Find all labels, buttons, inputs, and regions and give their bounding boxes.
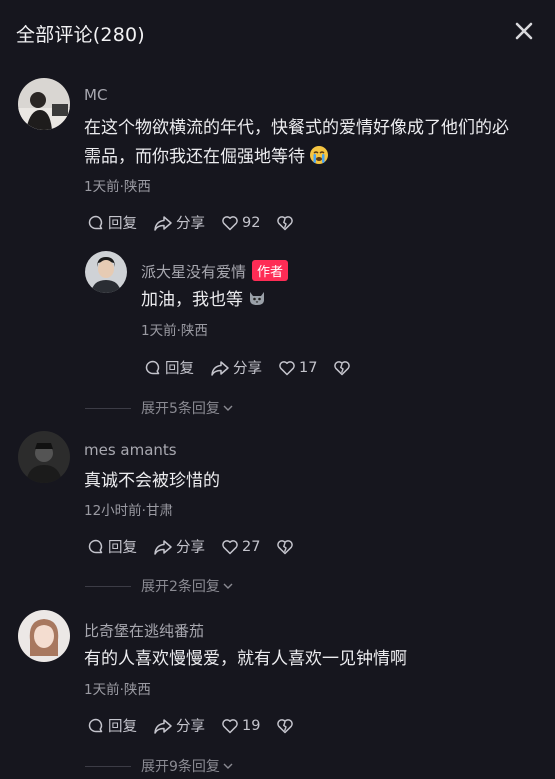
close-button[interactable]	[511, 18, 537, 44]
dislike-button[interactable]	[333, 359, 354, 377]
reply-button[interactable]: 回复	[87, 212, 137, 233]
dislike-button[interactable]	[276, 538, 297, 556]
chevron-down-icon	[223, 583, 233, 589]
like-button[interactable]: 27	[221, 538, 260, 556]
comment-content: 真诚不会被珍惜的	[84, 471, 220, 491]
reply-label: 回复	[108, 719, 137, 735]
comments-panel: 全部评论(280) MC 在这个物欲横流的年代，快餐式的爱情好像成了他们的必 需…	[0, 0, 555, 779]
heart-icon	[222, 539, 238, 554]
expand-replies-button[interactable]: 展开9条回复	[85, 756, 234, 776]
divider	[85, 407, 131, 409]
comment-content: 在这个物欲横流的年代，快餐式的爱情好像成了他们的必 需品，而你我还在倔强地等待	[84, 114, 544, 175]
comment-meta: 1天前·陕西	[84, 179, 151, 195]
like-count: 92	[242, 214, 261, 231]
heart-icon	[222, 718, 238, 733]
avatar[interactable]	[18, 431, 70, 483]
share-button[interactable]: 分享	[153, 212, 205, 233]
reply-button[interactable]: 回复	[144, 357, 194, 378]
avatar[interactable]	[85, 251, 127, 293]
share-label: 分享	[176, 719, 205, 735]
share-button[interactable]: 分享	[210, 357, 262, 378]
share-button[interactable]: 分享	[153, 715, 205, 736]
reply-username-row: 派大星没有爱情 作者	[141, 260, 289, 282]
reply-label: 回复	[108, 540, 137, 556]
like-button[interactable]: 19	[221, 717, 260, 735]
reply-icon	[88, 215, 103, 229]
comment-meta: 1天前·陕西	[84, 682, 151, 698]
dislike-button[interactable]	[276, 717, 297, 735]
avatar[interactable]	[18, 78, 70, 130]
reply-label: 回复	[108, 216, 137, 232]
broken-heart-icon	[277, 539, 294, 554]
author-badge: 作者	[252, 260, 289, 281]
reply-icon	[145, 360, 160, 374]
share-label: 分享	[176, 540, 205, 556]
chevron-down-icon	[223, 405, 233, 411]
reply-icon	[88, 539, 103, 553]
comment-actions: 回复 分享 19	[87, 715, 313, 736]
comment-username[interactable]: MC	[84, 86, 107, 104]
expand-replies-button[interactable]: 展开5条回复	[85, 398, 234, 418]
chevron-down-icon	[223, 763, 233, 769]
like-count: 17	[299, 359, 318, 376]
reply-meta: 1天前·陕西	[141, 323, 208, 339]
comment-content-line: 需品，而你我还在倔强地等待	[84, 143, 544, 175]
share-icon	[211, 360, 229, 376]
cat-emoji-icon	[247, 288, 267, 318]
broken-heart-icon	[334, 360, 351, 375]
reply-label: 回复	[165, 361, 194, 377]
comment-content: 有的人喜欢慢慢爱，就有人喜欢一见钟情啊	[84, 649, 407, 669]
reply-actions: 回复 分享 17	[144, 357, 370, 378]
comment-username[interactable]: mes amants	[84, 441, 177, 459]
reply-content-text: 加油，我也等	[141, 290, 243, 310]
comment-meta: 12小时前·甘肃	[84, 503, 173, 519]
comments-title: 全部评论(280)	[16, 24, 145, 46]
expand-replies-label: 展开9条回复	[141, 759, 220, 775]
crying-emoji-icon	[309, 145, 329, 175]
share-label: 分享	[176, 216, 205, 232]
reply-content: 加油，我也等	[141, 286, 267, 318]
divider	[85, 585, 131, 587]
broken-heart-icon	[277, 215, 294, 230]
like-button[interactable]: 92	[221, 214, 260, 232]
reply-icon	[88, 718, 103, 732]
share-icon	[154, 215, 172, 231]
like-count: 19	[242, 717, 261, 734]
expand-replies-button[interactable]: 展开2条回复	[85, 576, 234, 596]
comment-actions: 回复 分享 92	[87, 212, 313, 233]
comment-item: MC 在这个物欲横流的年代，快餐式的爱情好像成了他们的必 需品，而你我还在倔强地…	[0, 78, 555, 418]
reply-button[interactable]: 回复	[87, 536, 137, 557]
comment-content-text: 需品，而你我还在倔强地等待	[84, 147, 305, 167]
comment-item: 比奇堡在逃纯番茄 有的人喜欢慢慢爱，就有人喜欢一见钟情啊 1天前·陕西 回复 分…	[0, 610, 555, 779]
share-label: 分享	[233, 361, 262, 377]
expand-replies-label: 展开5条回复	[141, 401, 220, 417]
heart-icon	[279, 360, 295, 375]
expand-replies-label: 展开2条回复	[141, 579, 220, 595]
divider	[85, 765, 131, 767]
comment-actions: 回复 分享 27	[87, 536, 313, 557]
broken-heart-icon	[277, 718, 294, 733]
comment-item: mes amants 真诚不会被珍惜的 12小时前·甘肃 回复 分享 27 展开…	[0, 431, 555, 601]
share-icon	[154, 718, 172, 734]
like-count: 27	[242, 538, 261, 555]
close-icon	[515, 22, 533, 40]
heart-icon	[222, 215, 238, 230]
comment-username[interactable]: 比奇堡在逃纯番茄	[84, 620, 204, 641]
reply-button[interactable]: 回复	[87, 715, 137, 736]
like-button[interactable]: 17	[278, 359, 317, 377]
dislike-button[interactable]	[276, 214, 297, 232]
comments-header: 全部评论(280)	[0, 0, 555, 64]
share-button[interactable]: 分享	[153, 536, 205, 557]
share-icon	[154, 539, 172, 555]
comment-content-line: 在这个物欲横流的年代，快餐式的爱情好像成了他们的必	[84, 118, 509, 138]
avatar[interactable]	[18, 610, 70, 662]
reply-username[interactable]: 派大星没有爱情	[141, 263, 246, 281]
